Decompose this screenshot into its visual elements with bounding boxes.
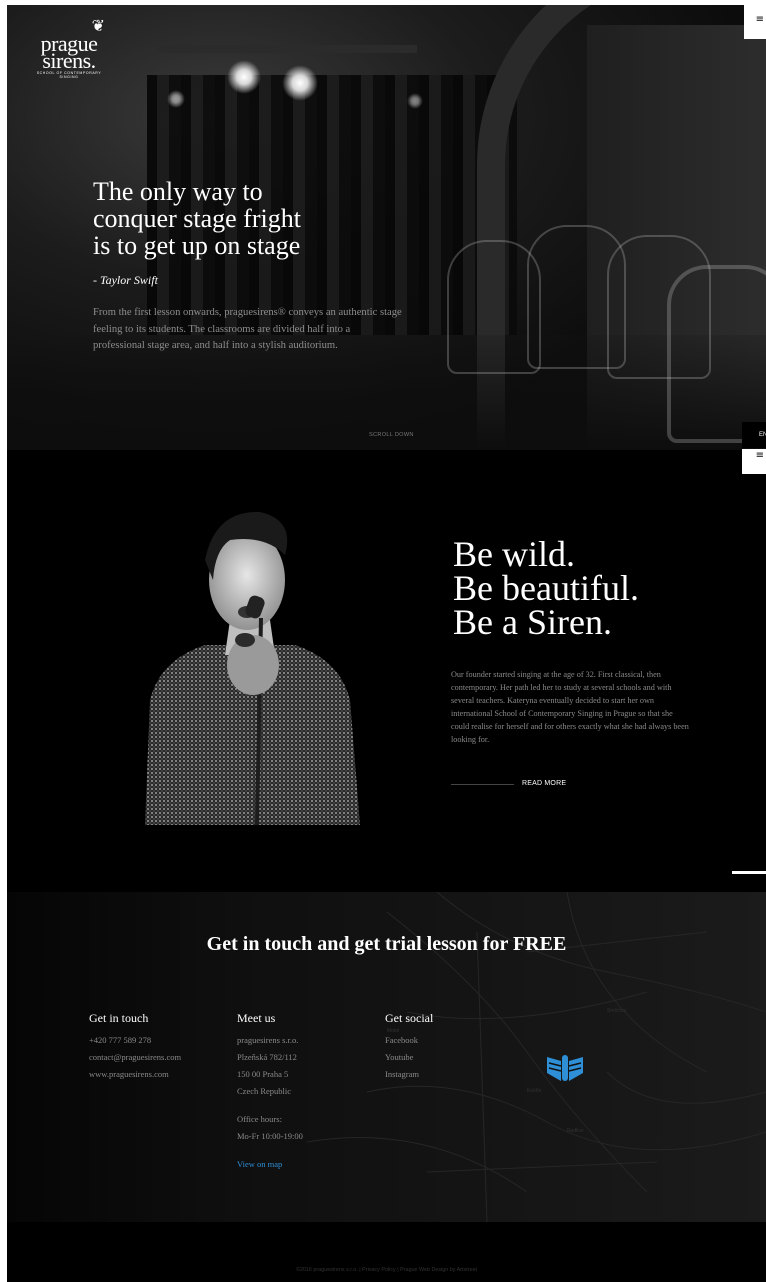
heading-line: Be beautiful. [453, 568, 639, 608]
section-indicator [732, 871, 766, 874]
logo-word-line2: sirens. [42, 48, 96, 73]
side-menu-button[interactable]: ≡ [742, 449, 766, 474]
quote-author: - Taylor Swift [93, 273, 158, 287]
quote-line: is to get up on stage [93, 231, 301, 260]
read-more-line [451, 784, 514, 785]
stage-light [227, 60, 261, 94]
contact-heading: Get in touch and get trial lesson for FR… [206, 933, 567, 955]
address-city: 150 00 Praha 5 [237, 1069, 289, 1079]
menu-button[interactable]: ≡ [744, 5, 766, 39]
get-in-touch-heading: Get in touch [89, 1011, 149, 1025]
hero-quote: The only way to conquer stage fright is … [93, 178, 413, 259]
address-street: Plzeňská 782/112 [237, 1052, 297, 1062]
office-hours: Mo-Fr 10:00-19:00 [237, 1131, 303, 1141]
map-label: Radlice [567, 1128, 584, 1134]
map-label: Košíře [527, 1088, 542, 1094]
chair [667, 265, 766, 443]
hero-description: From the first lesson onwards, praguesir… [93, 307, 402, 351]
language-switch[interactable]: EN [742, 422, 766, 448]
get-social-heading: Get social [385, 1011, 434, 1025]
meet-us-heading: Meet us [237, 1011, 276, 1025]
logo-tagline: SCHOOL OF CONTEMPORARY SINGING [36, 71, 102, 79]
lighting-truss [157, 45, 417, 53]
quote-line: The only way to [93, 177, 263, 206]
footer-text: ©2016 praguesirens s.r.o. | Privacy Poli… [295, 1267, 478, 1273]
company-name: praguesirens s.r.o. [237, 1035, 299, 1045]
read-more-link[interactable]: READ MORE [522, 780, 566, 787]
heading-line: Be a Siren. [453, 602, 612, 642]
facebook-link[interactable]: Facebook [385, 1032, 418, 1049]
map-marker-icon[interactable] [543, 1051, 587, 1085]
contact-website[interactable]: www.praguesirens.com [89, 1066, 169, 1083]
quote-line: conquer stage fright [93, 204, 301, 233]
instagram-link[interactable]: Instagram [385, 1066, 419, 1083]
contact-phone[interactable]: +420 777 589 278 [89, 1032, 151, 1049]
office-hours-label: Office hours: [237, 1114, 282, 1124]
founder-description: Our founder started singing at the age o… [451, 670, 689, 744]
contact-email[interactable]: contact@praguesirens.com [89, 1049, 181, 1066]
singer-photo [145, 511, 360, 825]
site-logo[interactable]: ❦ prague sirens. SCHOOL OF CONTEMPORARY … [27, 19, 111, 80]
hamburger-icon: ≡ [755, 14, 764, 25]
page: ❦ prague sirens. SCHOOL OF CONTEMPORARY … [7, 5, 766, 1282]
address-country: Czech Republic [237, 1086, 292, 1096]
stage-light [407, 93, 423, 109]
view-on-map-link[interactable]: View on map [237, 1159, 282, 1169]
stage-light [282, 65, 318, 101]
hamburger-icon: ≡ [755, 450, 764, 461]
scroll-down-link[interactable]: SCROLL DOWN [369, 432, 414, 438]
youtube-link[interactable]: Youtube [385, 1049, 413, 1066]
map-label: Smíchov [607, 1008, 627, 1014]
stage-light [167, 90, 185, 108]
siren-heading: Be wild. Be beautiful. Be a Siren. [453, 534, 753, 642]
hero-section: ❦ prague sirens. SCHOOL OF CONTEMPORARY … [7, 5, 766, 450]
heading-line: Be wild. [453, 534, 575, 574]
